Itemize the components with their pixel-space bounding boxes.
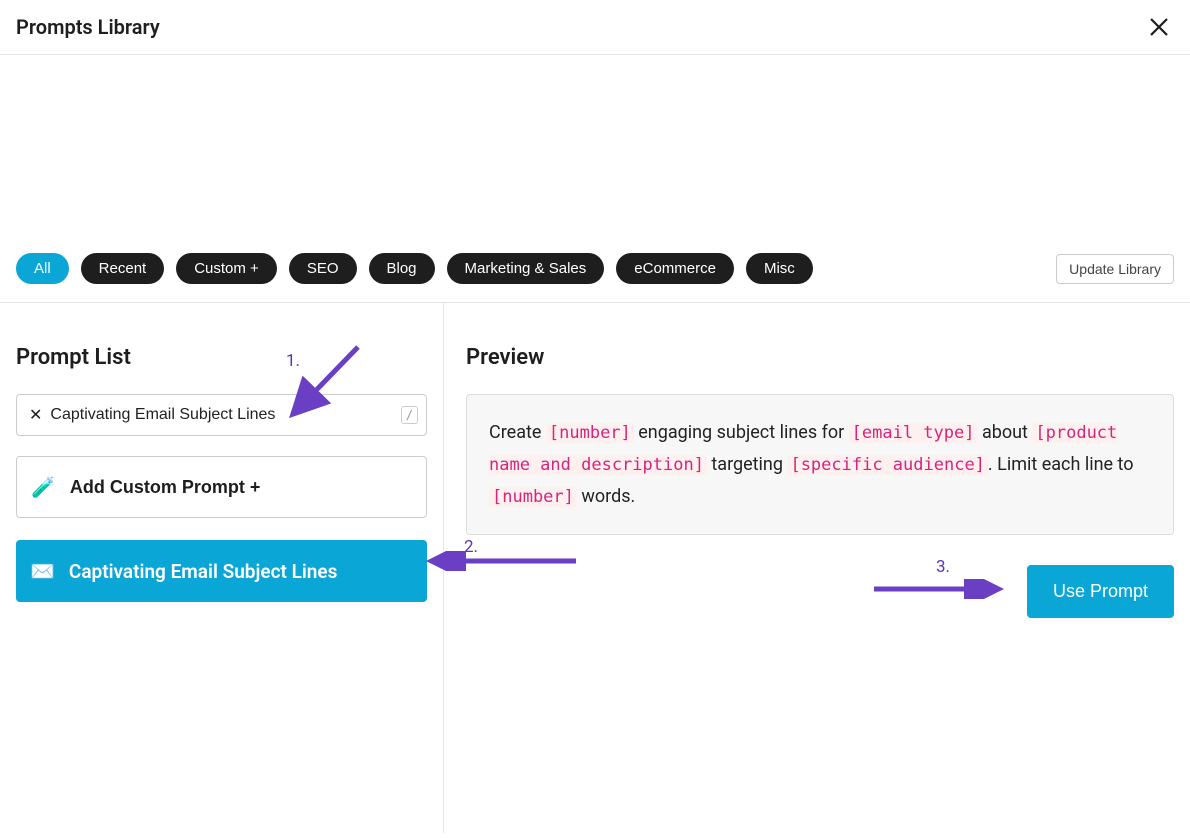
annotation-arrow-3 xyxy=(866,579,1006,599)
tab-seo[interactable]: SEO xyxy=(289,253,357,284)
annotation-label-2: 2. xyxy=(464,537,478,557)
filter-bar: All Recent Custom + SEO Blog Marketing &… xyxy=(0,253,1190,303)
preview-placeholder: [number] xyxy=(546,423,634,443)
tab-misc[interactable]: Misc xyxy=(746,253,813,284)
tab-blog[interactable]: Blog xyxy=(369,253,435,284)
prompt-list-title: Prompt List xyxy=(16,345,427,370)
preview-placeholder: [email type] xyxy=(849,423,978,443)
tab-recent[interactable]: Recent xyxy=(81,253,165,284)
test-tube-icon: 🧪 xyxy=(31,475,56,500)
use-prompt-button[interactable]: Use Prompt xyxy=(1027,565,1174,618)
annotation-arrow-2 xyxy=(426,551,586,571)
tab-custom[interactable]: Custom + xyxy=(176,253,277,284)
top-spacer xyxy=(0,55,1190,253)
add-custom-prompt-button[interactable]: 🧪 Add Custom Prompt + xyxy=(16,456,427,518)
close-button[interactable] xyxy=(1144,12,1174,42)
search-box: ✕ / xyxy=(16,394,427,436)
search-kbd-hint: / xyxy=(401,406,418,424)
clear-search-icon[interactable]: ✕ xyxy=(29,407,42,423)
tab-marketing-sales[interactable]: Marketing & Sales xyxy=(447,253,605,284)
add-custom-prompt-label: Add Custom Prompt + xyxy=(70,477,261,498)
tab-all[interactable]: All xyxy=(16,253,69,284)
preview-text: Create [number] engaging subject lines f… xyxy=(466,394,1174,535)
modal-header: Prompts Library xyxy=(0,0,1190,55)
search-input[interactable] xyxy=(50,406,400,424)
preview-placeholder: [specific audience] xyxy=(787,455,987,475)
page-title: Prompts Library xyxy=(16,15,160,39)
close-icon xyxy=(1148,16,1170,38)
preview-panel: Preview Create [number] engaging subject… xyxy=(444,303,1190,833)
prompt-item-label: Captivating Email Subject Lines xyxy=(69,560,338,583)
annotation-label-3: 3. xyxy=(936,557,950,577)
preview-placeholder: [number] xyxy=(489,487,577,507)
tab-ecommerce[interactable]: eCommerce xyxy=(616,253,734,284)
prompt-item-selected[interactable]: ✉️ Captivating Email Subject Lines xyxy=(16,540,427,602)
envelope-icon: ✉️ xyxy=(30,559,55,583)
preview-title: Preview xyxy=(466,345,1174,370)
main-split: Prompt List ✕ / 🧪 Add Custom Prompt + ✉️… xyxy=(0,303,1190,833)
prompt-list-panel: Prompt List ✕ / 🧪 Add Custom Prompt + ✉️… xyxy=(0,303,444,833)
update-library-button[interactable]: Update Library xyxy=(1056,254,1174,284)
